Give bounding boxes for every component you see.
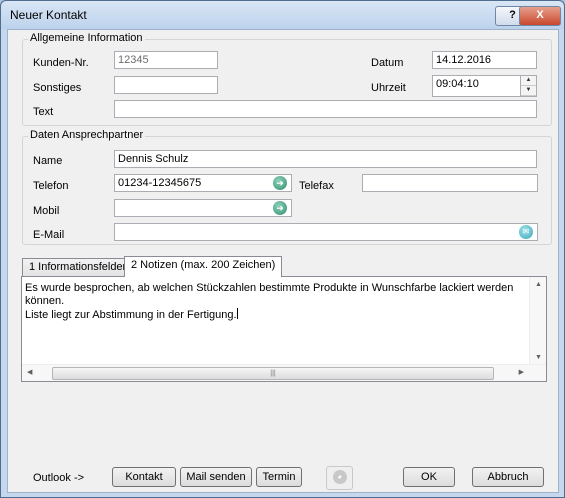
dialog-body: Allgemeine Information Kunden-Nr. 12345 … <box>7 29 559 493</box>
telefax-label: Telefax <box>299 180 334 192</box>
close-button[interactable]: X <box>519 6 561 26</box>
scroll-down-arrow-icon[interactable]: ▼ <box>535 354 542 361</box>
sonstiges-field[interactable] <box>114 76 218 94</box>
horizontal-scroll-thumb[interactable]: ||| <box>52 367 494 380</box>
email-field[interactable] <box>114 223 538 241</box>
sonstiges-label: Sonstiges <box>33 82 82 94</box>
uhrzeit-label: Uhrzeit <box>371 82 406 94</box>
uhrzeit-value: 09:04:10 <box>436 78 479 90</box>
outlook-label: Outlook -> <box>33 472 85 484</box>
spin-up-icon[interactable]: ▲ <box>521 76 536 86</box>
dial-arrow-icon[interactable]: ➜ <box>273 176 287 190</box>
scroll-right-arrow-icon[interactable]: ▶ <box>519 368 524 376</box>
mail-senden-button[interactable]: Mail senden <box>180 467 252 487</box>
dial-mobile-arrow-icon[interactable]: ➜ <box>273 201 287 215</box>
contact-legend: Daten Ansprechpartner <box>28 129 146 141</box>
uhrzeit-field[interactable]: 09:04:10 ▲ ▼ <box>432 75 537 97</box>
notes-horizontal-scrollbar[interactable]: ◀ ||| ▶ <box>22 364 546 381</box>
telefax-field[interactable] <box>362 174 538 192</box>
notes-area[interactable]: Es wurde besprochen, ab welchen Stückzah… <box>21 276 547 382</box>
notes-vertical-scrollbar[interactable]: ▲ ▼ <box>529 277 546 365</box>
text-field[interactable] <box>114 100 537 118</box>
datum-field[interactable]: 14.12.2016 <box>432 51 537 69</box>
text-label: Text <box>33 106 54 118</box>
spin-down-icon[interactable]: ▼ <box>521 86 536 96</box>
scroll-up-arrow-icon[interactable]: ▲ <box>535 281 542 288</box>
text-cursor <box>236 308 238 319</box>
telefon-field[interactable]: 01234-12345675 <box>114 174 292 192</box>
mobil-field[interactable] <box>114 199 292 217</box>
outlook-icon: ◕ <box>332 470 347 484</box>
general-info-legend: Allgemeine Information <box>28 32 145 44</box>
datum-label: Datum <box>371 57 404 69</box>
uhrzeit-spinner[interactable]: ▲ ▼ <box>520 76 536 96</box>
telefon-label: Telefon <box>33 180 69 192</box>
name-field[interactable]: Dennis Schulz <box>114 150 537 168</box>
window-title: Neuer Kontakt <box>10 8 87 22</box>
dialog-window: Neuer Kontakt ? X Allgemeine Information… <box>0 0 565 498</box>
mobil-label: Mobil <box>33 205 60 217</box>
scroll-left-arrow-icon[interactable]: ◀ <box>27 368 32 376</box>
tab-informationsfelder[interactable]: 1 Informationsfelder <box>22 258 134 277</box>
send-mail-icon[interactable]: ✉ <box>519 225 533 239</box>
title-bar[interactable]: Neuer Kontakt ? X <box>1 1 564 29</box>
termin-button[interactable]: Termin <box>256 467 302 487</box>
tab-notizen[interactable]: 2 Notizen (max. 200 Zeichen) <box>124 256 283 277</box>
abbruch-button[interactable]: Abbruch <box>472 467 544 487</box>
kundennr-field[interactable]: 12345 <box>114 51 218 69</box>
kontakt-button[interactable]: Kontakt <box>112 467 176 487</box>
disabled-outlook-button[interactable]: ◕ <box>326 466 353 490</box>
name-label: Name <box>33 155 63 167</box>
ok-button[interactable]: OK <box>403 467 455 487</box>
kundennr-label: Kunden-Nr. <box>33 57 89 69</box>
notes-text[interactable]: Es wurde besprochen, ab welchen Stückzah… <box>25 282 525 322</box>
email-label: E-Mail <box>33 229 65 241</box>
